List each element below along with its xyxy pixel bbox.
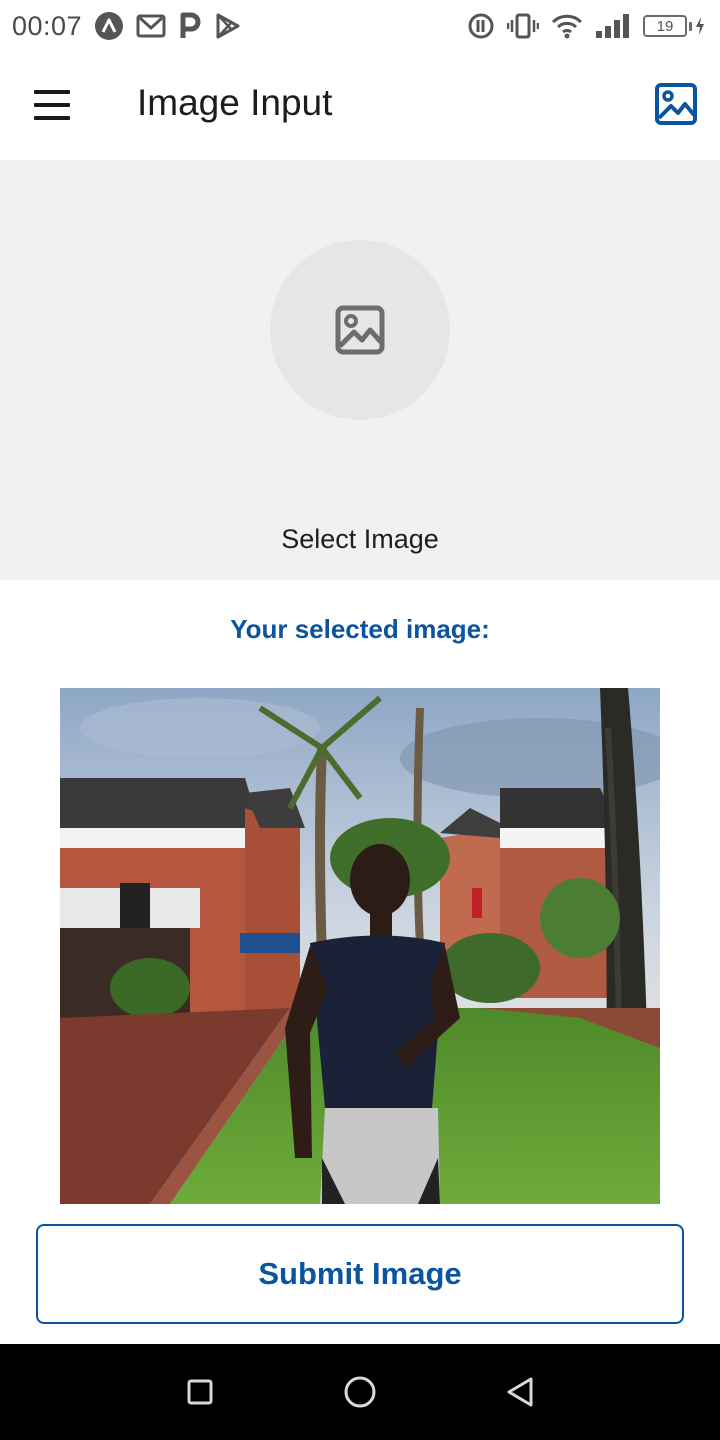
page-title: Image Input (137, 82, 333, 123)
battery-tip (689, 21, 692, 31)
selected-image-preview (60, 688, 660, 1204)
status-time: 00:07 (12, 10, 83, 41)
status-bar-left: 00:07 (12, 11, 242, 42)
back-triangle-icon[interactable] (490, 1362, 550, 1422)
submit-image-button[interactable]: Submit Image (36, 1224, 684, 1324)
hamburger-menu-icon[interactable] (34, 90, 70, 120)
charging-bolt-icon (696, 17, 704, 35)
recents-square-icon[interactable] (170, 1362, 230, 1422)
app-bar: Image Input (0, 52, 720, 160)
image-picker-area[interactable]: Select Image (0, 160, 720, 580)
select-image-label[interactable]: Select Image (0, 524, 720, 555)
gmail-icon (136, 13, 166, 39)
parking-p-icon (178, 12, 202, 40)
home-circle-icon[interactable] (330, 1362, 390, 1422)
play-store-icon (214, 12, 242, 40)
battery-indicator: 19 (643, 15, 706, 37)
status-bar-right: 19 (467, 12, 706, 40)
wifi-icon (551, 13, 583, 39)
vibrate-icon (507, 12, 539, 40)
battery-level: 19 (643, 15, 687, 37)
selected-image-heading: Your selected image: (230, 614, 490, 644)
system-nav-bar (0, 1344, 720, 1440)
status-bar: 00:07 19 (0, 0, 720, 52)
app-a-icon (94, 11, 124, 41)
image-icon[interactable] (654, 82, 698, 126)
submit-image-label: Submit Image (258, 1256, 462, 1291)
image-placeholder-icon (335, 305, 385, 355)
image-placeholder-button[interactable] (270, 240, 450, 420)
screen: 00:07 19 Image Input Select Image Your s… (0, 0, 720, 1440)
signal-icon (595, 13, 631, 39)
data-saver-icon (467, 12, 495, 40)
